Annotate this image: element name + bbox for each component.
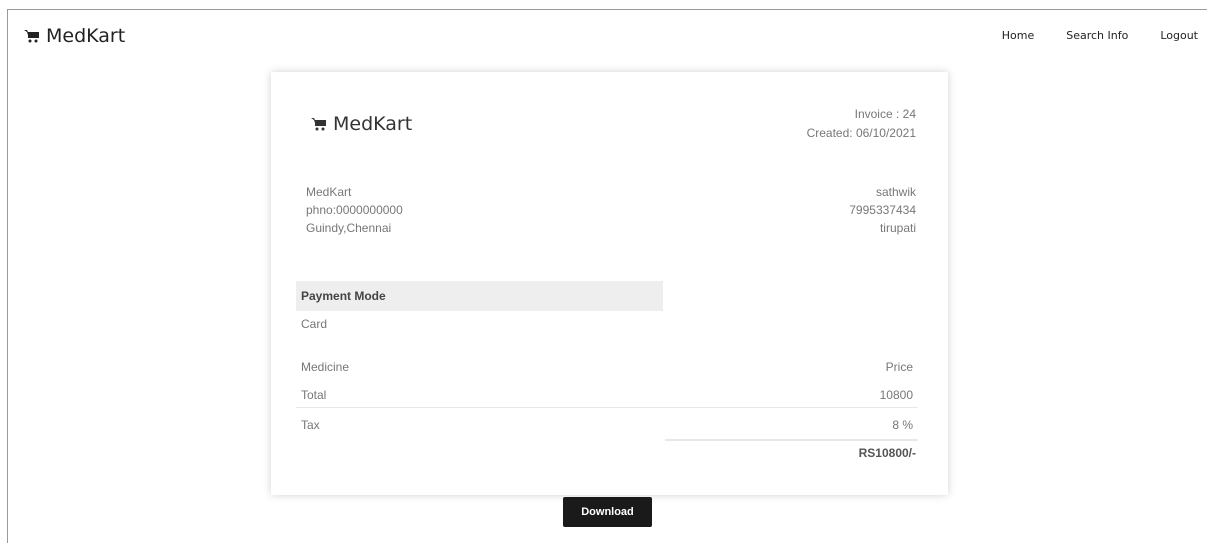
grand-total-divider <box>665 439 918 441</box>
price-column-header: Price <box>885 360 913 374</box>
total-label: Total <box>301 388 327 402</box>
customer-address: sathwik 7995337434 tirupati <box>849 183 916 237</box>
seller-location: Guindy,Chennai <box>306 221 392 235</box>
nav-search-info-link[interactable]: Search Info <box>1066 29 1128 42</box>
cart-icon <box>24 30 39 43</box>
nav-links: Home Search Info Logout <box>970 29 1198 42</box>
download-button[interactable]: Download <box>563 497 652 527</box>
customer-name: sathwik <box>875 185 916 199</box>
customer-location: tirupati <box>879 221 916 235</box>
seller-address: MedKart phno:0000000000 Guindy,Chennai <box>306 183 403 237</box>
payment-mode-value: Card <box>301 317 328 331</box>
navbar-brand[interactable]: MedKart <box>24 25 125 47</box>
medicine-column-header: Medicine <box>301 360 350 374</box>
nav-home-link[interactable]: Home <box>1002 29 1034 42</box>
table-header-row: Medicine Price <box>296 354 918 380</box>
customer-phone: 7995337434 <box>849 203 916 217</box>
seller-name: MedKart <box>306 185 352 199</box>
total-row: Total 10800 <box>296 382 918 408</box>
total-value: 10800 <box>879 388 913 402</box>
cart-icon <box>311 118 326 131</box>
invoice-meta: Invoice : 24 Created: 06/10/2021 <box>807 105 916 143</box>
invoice-created-date: Created: 06/10/2021 <box>806 126 916 140</box>
invoice-brand: MedKart <box>311 113 412 135</box>
invoice-number: Invoice : 24 <box>854 107 916 121</box>
invoice-brand-name: MedKart <box>333 113 413 135</box>
navbar: MedKart Home Search Info Logout <box>8 10 1208 60</box>
payment-mode-heading: Payment Mode <box>296 281 663 311</box>
nav-logout-link[interactable]: Logout <box>1160 29 1198 42</box>
invoice-card: MedKart Invoice : 24 Created: 06/10/2021… <box>271 72 948 495</box>
grand-total: RS10800/- <box>858 446 916 460</box>
brand-name: MedKart <box>46 25 126 47</box>
tax-value: 8 % <box>892 418 913 432</box>
tax-row: Tax 8 % <box>296 412 918 438</box>
seller-phone: phno:0000000000 <box>306 203 403 217</box>
tax-label: Tax <box>301 418 320 432</box>
